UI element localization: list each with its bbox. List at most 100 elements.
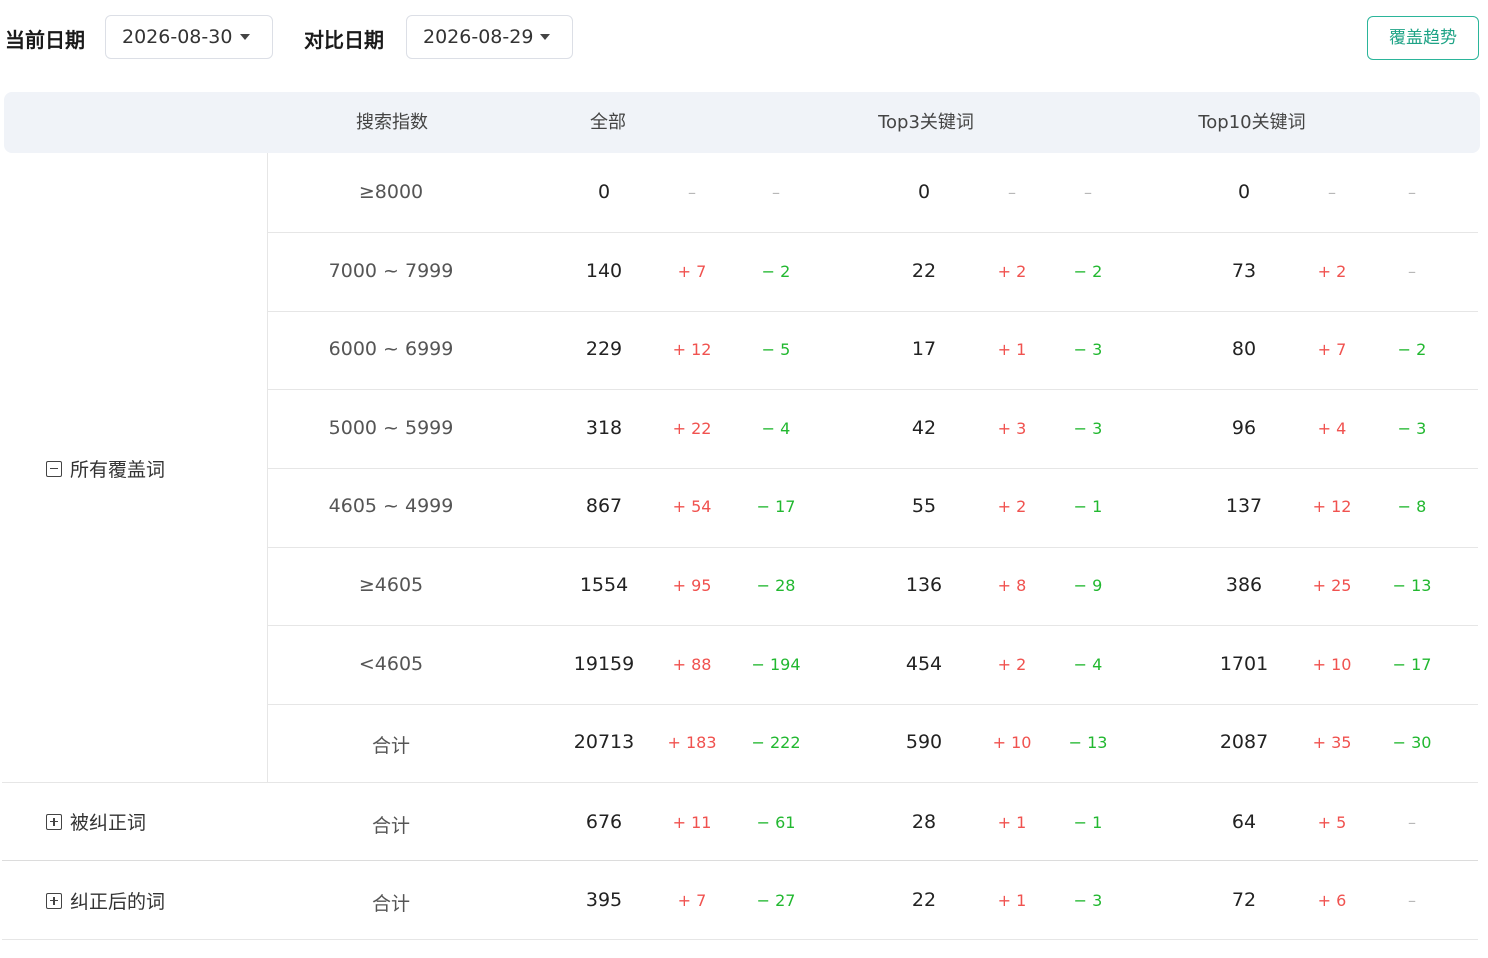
top3-increase: + 2 — [997, 655, 1027, 674]
top10-increase: – — [1328, 183, 1336, 202]
top10-count: 96 — [1231, 417, 1257, 439]
top3-increase: + 10 — [992, 733, 1032, 752]
all-decrease: − 222 — [751, 733, 801, 752]
all-decrease: − 194 — [751, 655, 801, 674]
all-decrease: − 2 — [761, 262, 791, 281]
row-divider — [268, 468, 1478, 469]
collapse-icon[interactable] — [46, 460, 62, 477]
coverage-trend-button[interactable]: 覆盖趋势 — [1367, 16, 1479, 60]
top10-decrease: − 3 — [1397, 419, 1427, 438]
top10-increase: + 10 — [1312, 655, 1352, 674]
top10-count: 1701 — [1219, 653, 1269, 675]
top3-decrease: − 1 — [1073, 813, 1103, 832]
top3-decrease: − 3 — [1073, 419, 1103, 438]
all-increase: + 88 — [672, 655, 712, 674]
all-decrease: − 28 — [756, 576, 796, 595]
top3-count: 22 — [911, 889, 937, 911]
group-corrected: 被纠正词 — [46, 808, 146, 835]
top10-count: 73 — [1231, 260, 1257, 282]
top10-decrease: – — [1408, 183, 1416, 202]
all-decrease: − 4 — [761, 419, 791, 438]
compare-date-label: 对比日期 — [304, 28, 384, 52]
row-divider — [268, 311, 1478, 312]
compare-date-value: 2026-08-29 — [423, 26, 534, 48]
top3-count: 590 — [905, 731, 943, 753]
group-label: 所有覆盖词 — [70, 459, 166, 481]
all-count: 19159 — [573, 653, 635, 675]
search-index-range: 5000 ~ 5999 — [328, 417, 454, 439]
top3-count: 22 — [911, 260, 937, 282]
all-increase: – — [688, 183, 696, 202]
all-count: 0 — [597, 181, 611, 203]
search-index-range: ≥4605 — [358, 574, 424, 596]
top10-count: 386 — [1225, 574, 1263, 596]
expand-icon[interactable] — [46, 813, 62, 830]
top10-increase: + 12 — [1312, 497, 1352, 516]
all-count: 318 — [585, 417, 623, 439]
top3-decrease: − 4 — [1073, 655, 1103, 674]
expand-icon[interactable] — [46, 892, 62, 909]
toolbar: 当前日期 2026-08-30 对比日期 2026-08-29 覆盖趋势 — [0, 0, 1488, 80]
compare-date-picker[interactable]: 2026-08-29 — [406, 15, 573, 59]
caret-down-icon — [540, 34, 550, 40]
all-count: 20713 — [573, 731, 635, 753]
top3-count: 454 — [905, 653, 943, 675]
row-divider — [268, 389, 1478, 390]
group-label: 被纠正词 — [70, 812, 147, 834]
search-index-range: 合计 — [371, 893, 411, 915]
header-top3: Top3关键词 — [878, 112, 974, 133]
search-index-range: 7000 ~ 7999 — [328, 260, 454, 282]
top10-count: 0 — [1237, 181, 1251, 203]
top3-decrease: − 9 — [1073, 576, 1103, 595]
top10-decrease: – — [1408, 891, 1416, 910]
all-count: 229 — [585, 338, 623, 360]
top10-decrease: − 30 — [1392, 733, 1432, 752]
top10-decrease: − 8 — [1397, 497, 1427, 516]
top3-increase: + 8 — [997, 576, 1027, 595]
row-divider — [268, 232, 1478, 233]
top10-increase: + 6 — [1317, 891, 1347, 910]
current-date-picker[interactable]: 2026-08-30 — [105, 15, 273, 59]
search-index-range: 合计 — [371, 815, 411, 837]
row-divider — [2, 782, 1478, 783]
all-count: 676 — [585, 811, 623, 833]
top3-decrease: − 3 — [1073, 891, 1103, 910]
search-index-range: 6000 ~ 6999 — [328, 338, 454, 360]
caret-down-icon — [240, 34, 250, 40]
row-divider — [268, 625, 1478, 626]
top3-increase: + 1 — [997, 340, 1027, 359]
top10-count: 137 — [1225, 495, 1263, 517]
group-all-coverage: 所有覆盖词 — [46, 455, 165, 482]
top3-count: 136 — [905, 574, 943, 596]
all-decrease: − 61 — [756, 813, 796, 832]
all-decrease: − 5 — [761, 340, 791, 359]
top3-increase: + 1 — [997, 813, 1027, 832]
search-index-range: <4605 — [358, 653, 424, 675]
current-date-value: 2026-08-30 — [122, 26, 233, 48]
all-increase: + 183 — [667, 733, 717, 752]
top10-increase: + 35 — [1312, 733, 1352, 752]
all-increase: + 7 — [677, 262, 707, 281]
row-divider — [268, 547, 1478, 548]
header-top10: Top10关键词 — [1198, 112, 1306, 133]
row-divider — [2, 860, 1478, 861]
top10-count: 80 — [1231, 338, 1257, 360]
current-date-label: 当前日期 — [5, 28, 85, 52]
all-increase: + 95 — [672, 576, 712, 595]
row-divider — [2, 939, 1478, 940]
top10-increase: + 7 — [1317, 340, 1347, 359]
top10-decrease: − 2 — [1397, 340, 1427, 359]
top3-increase: + 2 — [997, 497, 1027, 516]
search-index-range: ≥8000 — [358, 181, 424, 203]
top10-increase: + 25 — [1312, 576, 1352, 595]
top3-decrease: − 2 — [1073, 262, 1103, 281]
group-after-correction: 纠正后的词 — [46, 887, 165, 914]
top3-decrease: – — [1084, 183, 1092, 202]
top3-decrease: − 3 — [1073, 340, 1103, 359]
all-count: 140 — [585, 260, 623, 282]
top3-count: 42 — [911, 417, 937, 439]
all-count: 395 — [585, 889, 623, 911]
top3-increase: + 3 — [997, 419, 1027, 438]
top10-decrease: − 17 — [1392, 655, 1432, 674]
top3-count: 17 — [911, 338, 937, 360]
